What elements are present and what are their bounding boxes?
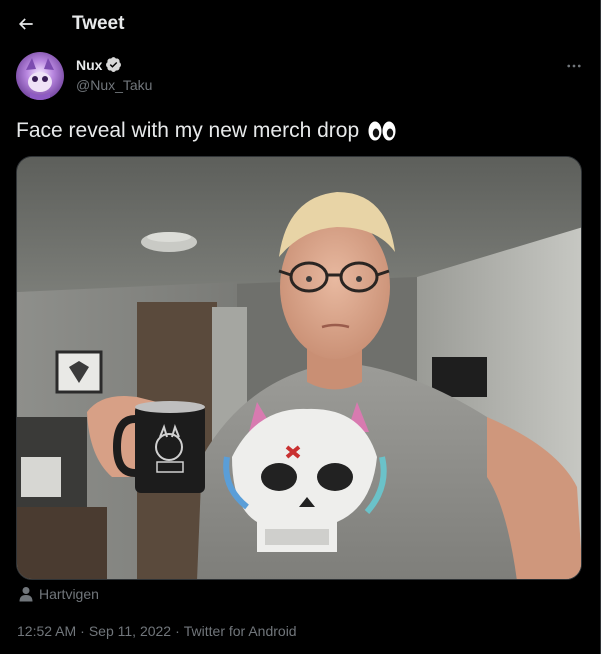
meta-separator: ·	[175, 623, 180, 639]
tagged-user-name: Hartvigen	[39, 586, 99, 602]
tweet-body: Face reveal with my new merch drop	[16, 119, 360, 142]
tweet-date[interactable]: Sep 11, 2022	[89, 623, 171, 639]
author-handle[interactable]: @Nux_Taku	[76, 77, 152, 93]
eyes-emoji-icon	[368, 121, 396, 141]
tweet-meta: 12:52 AM · Sep 11, 2022 · Twitter for An…	[17, 623, 297, 639]
person-icon	[19, 587, 33, 602]
author-name: Nux	[76, 56, 103, 73]
more-horizontal-icon	[567, 64, 581, 68]
verified-badge-icon	[106, 57, 122, 72]
author-name-row[interactable]: Nux	[76, 56, 122, 73]
tweet-text: Face reveal with my new merch drop	[16, 119, 397, 143]
more-button[interactable]	[562, 54, 586, 78]
avatar[interactable]	[16, 52, 64, 100]
tagged-user[interactable]: Hartvigen	[19, 586, 99, 602]
tweet-time[interactable]: 12:52 AM	[17, 623, 76, 639]
page-title: Tweet	[72, 13, 125, 34]
back-button[interactable]	[10, 8, 42, 40]
tweet-page: Tweet Nux @Nux_Taku Face reveal with my …	[0, 0, 601, 654]
tweet-photo[interactable]	[16, 156, 582, 580]
tweet-source[interactable]: Twitter for Android	[184, 623, 297, 639]
meta-separator: ·	[80, 623, 85, 639]
top-bar: Tweet	[0, 0, 601, 48]
arrow-left-icon	[18, 18, 33, 30]
